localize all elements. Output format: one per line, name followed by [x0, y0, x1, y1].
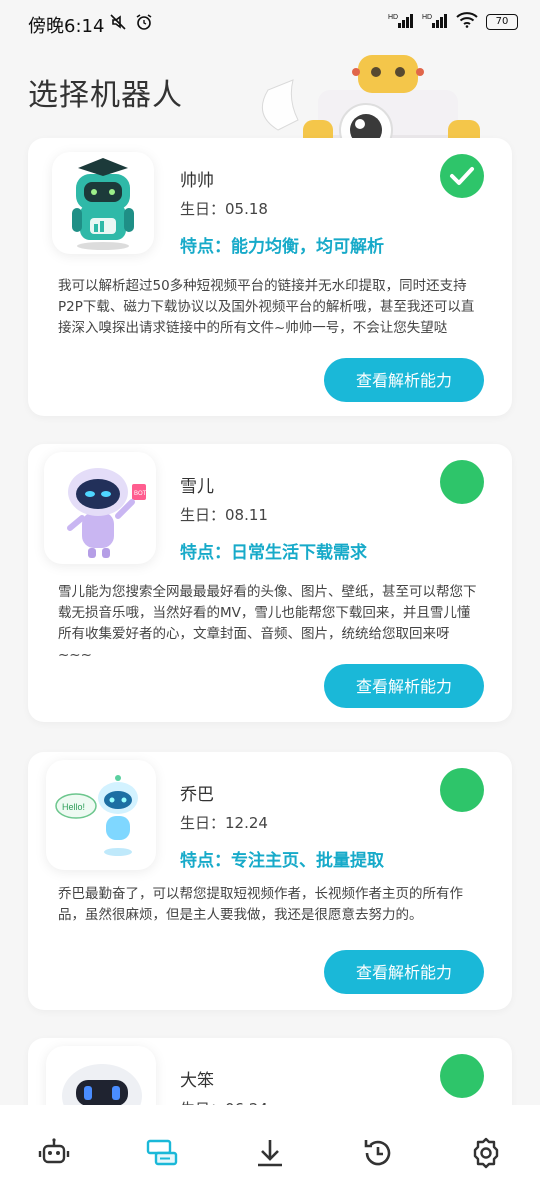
robot-icon [37, 1136, 71, 1174]
select-circle-icon[interactable] [440, 460, 484, 504]
alarm-icon [134, 12, 154, 36]
bot-description: 乔巴最勤奋了，可以帮您提取短视频作者，长视频作者主页的所有作品，虽然很麻烦，但是… [58, 886, 463, 923]
bot-card-xueer[interactable]: BOT 雪儿 生日：08.11 特点：日常生活下载需求 雪儿能为您搜索全网最最最… [28, 444, 512, 722]
parse-icon [144, 1136, 180, 1174]
status-bar: 傍晚6:14 HD HD 70 [0, 0, 540, 50]
select-circle-icon[interactable] [440, 1054, 484, 1098]
bot-name: 雪儿 [180, 477, 214, 497]
select-circle-icon[interactable] [440, 768, 484, 812]
bot-feature: 特点：能力均衡，均可解析 [180, 237, 384, 257]
settings-icon [469, 1136, 503, 1174]
bot-name: 帅帅 [180, 171, 214, 191]
nav-settings[interactable] [456, 1127, 516, 1183]
mute-icon [108, 12, 128, 36]
bot-feature: 特点：专注主页、批量提取 [180, 851, 384, 871]
selected-check-icon[interactable] [440, 154, 484, 198]
wifi-icon [456, 12, 478, 31]
bot-birthday: 生日：12.24 [180, 814, 268, 832]
battery-indicator: 70 [486, 13, 518, 30]
view-parse-ability-button[interactable]: 查看解析能力 [324, 358, 484, 402]
status-time: 傍晚6:14 [28, 16, 105, 37]
nav-parse[interactable] [132, 1127, 192, 1183]
bot-name: 大笨 [180, 1071, 214, 1091]
bot-name: 乔巴 [180, 785, 214, 805]
bot-description: 我可以解析超过50多种短视频平台的链接并无水印提取，同时还支持P2P下载、磁力下… [58, 278, 475, 336]
bottom-nav [0, 1125, 540, 1185]
bot-feature: 特点：日常生活下载需求 [180, 543, 367, 563]
avatar-hello-text: Hello! [62, 802, 85, 812]
bot-card-qiaoba[interactable]: Hello! 乔巴 生日：12.24 特点：专注主页、批量提取 乔巴最勤奋了，可… [28, 752, 512, 1010]
signal-icon: HD [388, 12, 414, 31]
download-icon [253, 1136, 287, 1174]
history-icon [361, 1136, 395, 1174]
page-title: 选择机器人 [28, 78, 183, 113]
view-parse-ability-button[interactable]: 查看解析能力 [324, 664, 484, 708]
nav-history[interactable] [348, 1127, 408, 1183]
bot-avatar: BOT [44, 452, 156, 564]
avatar-sign-text: BOT [134, 491, 147, 497]
nav-download[interactable] [240, 1127, 300, 1183]
signal-icon: HD [422, 12, 448, 31]
nav-robot[interactable] [24, 1127, 84, 1183]
bot-card-shuaishuai[interactable]: 帅帅 生日：05.18 特点：能力均衡，均可解析 我可以解析超过50多种短视频平… [28, 138, 512, 416]
bot-avatar [52, 152, 154, 254]
bot-description: 雪儿能为您搜索全网最最最好看的头像、图片、壁纸，甚至可以帮您下载无损音乐哦，当然… [58, 584, 477, 663]
bot-birthday: 生日：08.11 [180, 506, 268, 524]
signal-label: HD [388, 14, 398, 21]
bot-avatar: Hello! [46, 760, 156, 870]
signal-label: HD [422, 14, 432, 21]
view-parse-ability-button[interactable]: 查看解析能力 [324, 950, 484, 994]
bot-birthday: 生日：05.18 [180, 200, 268, 218]
